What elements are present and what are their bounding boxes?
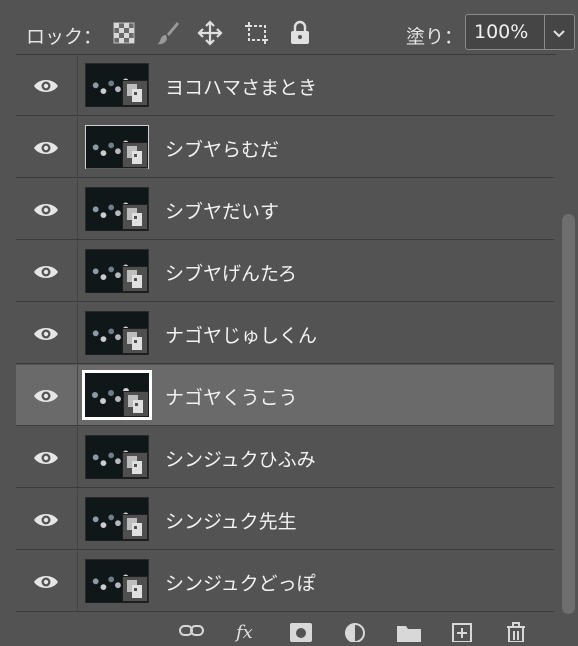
- fill-divider: [544, 15, 545, 49]
- layer-thumbnail[interactable]: [85, 63, 149, 107]
- layer-name[interactable]: ナゴヤくうこう: [165, 383, 298, 410]
- column-divider: [77, 241, 78, 301]
- lock-all-icon[interactable]: [287, 20, 313, 46]
- layer-thumbnail[interactable]: [85, 435, 149, 479]
- fill-label: 塗り：: [406, 26, 464, 48]
- layer-thumbnail[interactable]: [85, 125, 149, 169]
- link-layers-icon[interactable]: [178, 622, 206, 646]
- layer-name[interactable]: シブヤげんたろ: [165, 259, 297, 286]
- lock-artboard-icon[interactable]: [243, 20, 269, 46]
- layer-row[interactable]: シンジュク先生: [16, 489, 554, 550]
- layer-name[interactable]: ヨコハマさまとき: [165, 73, 317, 100]
- fx-label: fx: [236, 622, 253, 643]
- smart-object-badge-icon: [122, 328, 148, 354]
- layers-scrollbar[interactable]: [562, 214, 575, 614]
- column-divider: [77, 179, 78, 239]
- layers-bottom-bar: fx: [0, 614, 578, 643]
- smart-object-badge-icon: [122, 204, 148, 230]
- visibility-eye-icon[interactable]: [32, 572, 60, 592]
- lock-position-icon[interactable]: [197, 20, 223, 46]
- smart-object-badge-icon: [122, 142, 148, 168]
- layer-row[interactable]: シンジュクひふみ: [16, 427, 554, 488]
- layer-row-selected[interactable]: ナゴヤくうこう: [16, 365, 554, 426]
- layer-row[interactable]: シブヤだいす: [16, 179, 554, 240]
- smart-object-badge-icon: [122, 452, 148, 478]
- smart-object-badge-icon: [122, 80, 148, 106]
- smart-object-badge-icon: [122, 514, 148, 540]
- visibility-eye-icon[interactable]: [32, 76, 60, 96]
- layer-thumbnail[interactable]: [85, 311, 149, 355]
- new-layer-icon[interactable]: [451, 622, 473, 646]
- add-mask-icon[interactable]: [289, 622, 313, 646]
- new-group-icon[interactable]: [396, 622, 422, 646]
- layer-row[interactable]: ヨコハマさまとき: [16, 55, 554, 116]
- layer-name[interactable]: シンジュク先生: [165, 507, 297, 534]
- visibility-eye-icon[interactable]: [32, 324, 60, 344]
- layer-row[interactable]: シンジュクどっぽ: [16, 551, 554, 612]
- column-divider: [77, 55, 78, 115]
- smart-object-badge-icon: [123, 391, 149, 417]
- column-divider: [77, 303, 78, 363]
- layer-thumbnail[interactable]: [82, 370, 152, 420]
- layer-name[interactable]: シブヤだいす: [165, 197, 279, 224]
- column-divider: [77, 489, 78, 549]
- layer-name[interactable]: シンジュクひふみ: [165, 445, 316, 472]
- smart-object-badge-icon: [122, 576, 148, 602]
- layer-name[interactable]: シブヤらむだ: [165, 135, 279, 162]
- smart-object-badge-icon: [122, 266, 148, 292]
- visibility-eye-icon[interactable]: [32, 200, 60, 220]
- lock-image-pixels-icon[interactable]: [155, 20, 181, 46]
- column-divider: [77, 117, 78, 177]
- visibility-eye-icon[interactable]: [32, 262, 60, 282]
- visibility-eye-icon[interactable]: [32, 510, 60, 530]
- lock-label: ロック：: [26, 26, 103, 48]
- layer-row[interactable]: ナゴヤじゅしくん: [16, 303, 554, 364]
- layer-thumbnail[interactable]: [85, 187, 149, 231]
- adjustment-layer-icon[interactable]: [343, 622, 367, 646]
- visibility-eye-icon[interactable]: [32, 138, 60, 158]
- layer-name[interactable]: ナゴヤじゅしくん: [165, 321, 317, 348]
- layer-style-icon[interactable]: fx: [236, 622, 253, 646]
- visibility-eye-icon[interactable]: [32, 386, 60, 406]
- layer-row[interactable]: シブヤげんたろ: [16, 241, 554, 302]
- chevron-down-icon[interactable]: [552, 25, 566, 44]
- column-divider: [77, 427, 78, 487]
- fill-opacity-value[interactable]: 100%: [474, 21, 528, 43]
- fill-opacity-field[interactable]: 100%: [465, 14, 575, 50]
- lock-transparent-pixels-icon[interactable]: [111, 20, 137, 46]
- layer-thumbnail[interactable]: [85, 559, 149, 603]
- layer-row[interactable]: シブヤらむだ: [16, 117, 554, 178]
- column-divider: [77, 365, 78, 425]
- layers-list: ヨコハマさまとき シブヤらむだ シブヤだいす シブヤげんたろ ナゴヤじゅしくん …: [16, 54, 556, 615]
- layer-thumbnail[interactable]: [85, 249, 149, 293]
- delete-layer-icon[interactable]: [505, 622, 527, 646]
- visibility-eye-icon[interactable]: [32, 448, 60, 468]
- layer-name[interactable]: シンジュクどっぽ: [165, 569, 316, 596]
- layer-thumbnail[interactable]: [85, 497, 149, 541]
- column-divider: [77, 551, 78, 611]
